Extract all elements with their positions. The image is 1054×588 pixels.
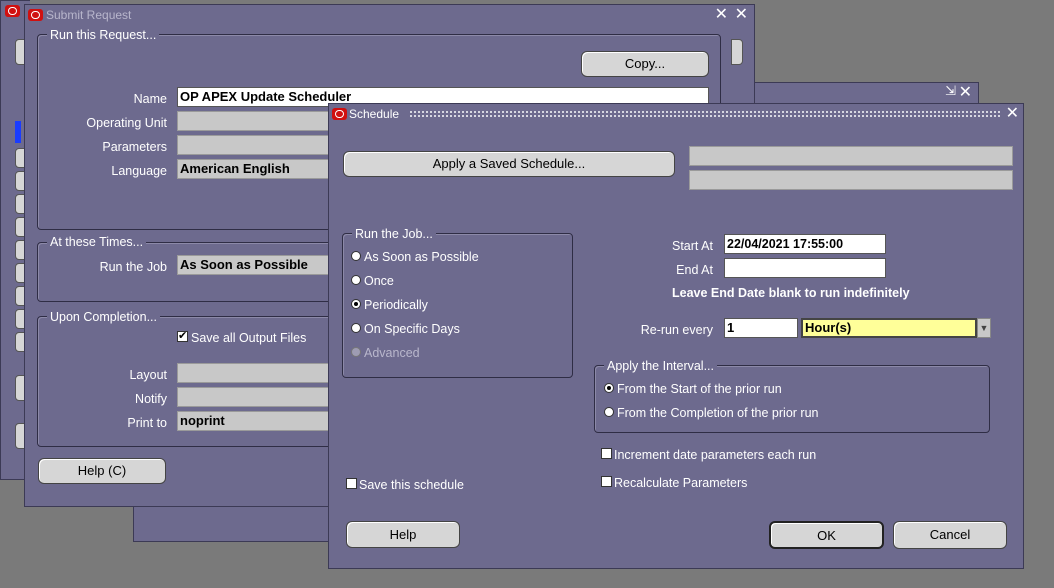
- save-schedule-checkbox[interactable]: [346, 478, 357, 489]
- close-icon[interactable]: ✕: [1006, 104, 1019, 124]
- radio-as-soon-as-possible[interactable]: [351, 251, 361, 261]
- start-at-field[interactable]: 22/04/2021 17:55:00: [724, 234, 886, 254]
- close-icon[interactable]: ✕: [715, 5, 728, 25]
- notify-field[interactable]: [177, 387, 337, 407]
- increment-date-label: Increment date parameters each run: [614, 448, 817, 462]
- submit-request-titlebar: Submit Request ✕ ✕: [25, 5, 754, 25]
- radio-on-specific-days[interactable]: [351, 323, 361, 333]
- recalculate-checkbox[interactable]: [601, 476, 612, 487]
- oracle-icon: [28, 9, 43, 21]
- increment-date-checkbox[interactable]: [601, 448, 612, 459]
- help-button[interactable]: Help: [346, 521, 460, 548]
- radio-periodically[interactable]: [351, 299, 361, 309]
- radio-label: From the Completion of the prior run: [617, 406, 819, 420]
- save-output-checkbox[interactable]: ✔: [177, 331, 188, 342]
- cancel-button[interactable]: Cancel: [893, 521, 1007, 549]
- language-field[interactable]: American English: [177, 159, 337, 179]
- side-button[interactable]: [731, 39, 743, 65]
- layout-label: Layout: [129, 368, 167, 382]
- side-marker: [15, 121, 21, 143]
- name-label: Name: [133, 92, 167, 106]
- radio-label: Once: [364, 274, 394, 288]
- run-the-job-frame-label: Run the Job...: [352, 227, 436, 241]
- apply-saved-schedule-button[interactable]: Apply a Saved Schedule...: [343, 151, 675, 177]
- end-at-label: End At: [676, 263, 713, 277]
- language-label: Language: [111, 164, 167, 178]
- operating-unit-label: Operating Unit: [86, 116, 167, 130]
- radio-advanced: [351, 347, 361, 357]
- radio-label: On Specific Days: [364, 322, 460, 336]
- apply-interval-frame: [594, 365, 990, 433]
- radio-from-start[interactable]: [604, 383, 614, 393]
- radio-label: Periodically: [364, 298, 428, 312]
- radio-label: Advanced: [364, 346, 420, 360]
- copy-button[interactable]: Copy...: [581, 51, 709, 77]
- oracle-icon: [5, 5, 20, 17]
- saved-schedule-desc-field[interactable]: [689, 170, 1013, 190]
- rerun-every-label: Re-run every: [640, 323, 713, 337]
- radio-label: From the Start of the prior run: [617, 382, 782, 396]
- radio-label: As Soon as Possible: [364, 250, 479, 264]
- print-to-field[interactable]: noprint: [177, 411, 337, 431]
- help-c-button[interactable]: Help (C): [38, 458, 166, 484]
- save-schedule-label: Save this schedule: [359, 478, 464, 492]
- notify-label: Notify: [135, 392, 167, 406]
- upon-completion-label: Upon Completion...: [47, 310, 161, 324]
- run-the-job-label: Run the Job: [99, 260, 167, 274]
- radio-from-completion[interactable]: [604, 407, 614, 417]
- run-the-job-field[interactable]: As Soon as Possible: [177, 255, 337, 275]
- end-at-field[interactable]: [724, 258, 886, 278]
- rerun-unit-select[interactable]: Hour(s): [801, 318, 977, 338]
- chevron-down-icon[interactable]: ▼: [977, 318, 991, 338]
- print-to-label: Print to: [127, 416, 167, 430]
- close-icon[interactable]: ✕: [959, 83, 972, 103]
- schedule-window: Schedule ✕ Apply a Saved Schedule... Run…: [328, 103, 1024, 569]
- recalculate-label: Recalculate Parameters: [614, 476, 748, 490]
- parameters-field[interactable]: [177, 135, 337, 155]
- close-icon[interactable]: ✕: [735, 5, 748, 25]
- oracle-icon: [332, 108, 347, 120]
- operating-unit-field[interactable]: [177, 111, 337, 131]
- end-date-hint: Leave End Date blank to run indefinitely: [672, 286, 910, 300]
- schedule-titlebar: Schedule ✕: [329, 104, 1023, 124]
- window-title: Submit Request: [46, 8, 132, 22]
- save-output-label: Save all Output Files: [191, 331, 307, 345]
- schedule-title: Schedule: [349, 107, 400, 121]
- ok-button[interactable]: OK: [769, 521, 884, 549]
- saved-schedule-name-field[interactable]: [689, 146, 1013, 166]
- at-these-times-label: At these Times...: [47, 235, 147, 249]
- run-this-request-label: Run this Request...: [47, 28, 160, 42]
- radio-once[interactable]: [351, 275, 361, 285]
- parameters-label: Parameters: [102, 140, 167, 154]
- layout-field[interactable]: [177, 363, 337, 383]
- rerun-every-field[interactable]: 1: [724, 318, 798, 338]
- titlebar-grip: [409, 110, 1001, 118]
- start-at-label: Start At: [672, 239, 713, 253]
- apply-interval-label: Apply the Interval...: [604, 359, 718, 373]
- minimize-icon[interactable]: ⇲: [945, 81, 956, 101]
